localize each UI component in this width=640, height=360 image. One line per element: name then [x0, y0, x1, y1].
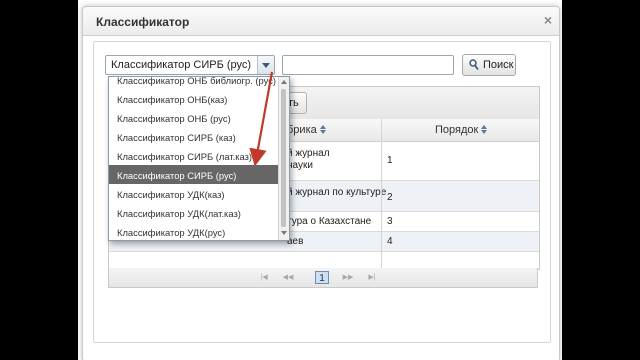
close-icon[interactable]: × — [544, 12, 552, 28]
dropdown-option[interactable]: Классификатор ОНБ библиогр. (рус) — [109, 76, 279, 89]
rubric-cell: тура о Казахстане — [287, 216, 372, 227]
dropdown-option-selected[interactable]: Классификатор СИРБ (рус) — [109, 165, 279, 184]
rubric-cell: й журнал по культуре — [287, 187, 387, 198]
column-divider — [381, 119, 382, 269]
column-header-order[interactable]: Порядок — [435, 124, 488, 136]
rubric-line: науки — [287, 160, 313, 171]
dropdown-option-label: Классификатор УДК(лат.каз) — [117, 208, 241, 219]
dropdown-option[interactable]: Классификатор УДК(лат.каз) — [109, 203, 279, 222]
last-page-icon[interactable]: ▶| — [365, 272, 379, 283]
pager: |◀ ◀◀ 1 ▶▶ ▶| — [108, 268, 538, 288]
dropdown-option[interactable]: Классификатор ОНБ (рус) — [109, 108, 279, 127]
classifier-select-value: Классификатор СИРБ (рус) — [111, 59, 252, 71]
dropdown-option[interactable]: Классификатор ОНБ(каз) — [109, 89, 279, 108]
order-cell: 1 — [387, 155, 393, 166]
order-cell: 2 — [387, 192, 393, 203]
dropdown-option[interactable]: Классификатор СИРБ (лат.каз) — [109, 146, 279, 165]
order-cell: 4 — [387, 236, 393, 247]
dropdown-scrollbar[interactable] — [278, 77, 289, 240]
dropdown-option-label: Классификатор СИРБ (каз) — [117, 132, 236, 143]
dropdown-option-label: Классификатор УДК(рус) — [117, 227, 226, 238]
search-button-label: Поиск — [483, 59, 514, 71]
classifier-select[interactable]: Классификатор СИРБ (рус) — [105, 55, 275, 75]
first-page-icon[interactable]: |◀ — [257, 272, 271, 283]
chevron-down-icon[interactable] — [257, 56, 274, 74]
next-page-icon[interactable]: ▶▶ — [341, 272, 355, 283]
dropdown-option-label: Классификатор СИРБ (лат.каз) — [117, 151, 253, 162]
dropdown-option[interactable]: Классификатор СИРБ (каз) — [109, 127, 279, 146]
column-header-label: Порядок — [435, 124, 479, 136]
dropdown-option-label: Классификатор ОНБ (рус) — [117, 113, 231, 124]
rubric-cell: й журнал науки — [287, 148, 330, 172]
magnifier-icon — [469, 59, 479, 71]
dropdown-option[interactable]: Классификатор УДК(каз) — [109, 184, 279, 203]
scroll-thumb[interactable] — [281, 89, 286, 227]
sort-icon[interactable] — [481, 125, 488, 134]
dialog-title: Классификатор — [96, 15, 190, 29]
rubric-line: й журнал — [287, 148, 330, 159]
sort-icon[interactable] — [319, 125, 327, 134]
classifier-dropdown-list: Классификатор ОНБ библиогр. (рус) Класси… — [108, 76, 290, 241]
dropdown-option-label: Классификатор УДК(каз) — [117, 189, 225, 200]
search-button[interactable]: Поиск — [462, 54, 516, 76]
column-header-rubric[interactable]: брика — [287, 124, 327, 136]
scroll-down-icon[interactable] — [281, 231, 287, 235]
dropdown-option-label: Классификатор СИРБ (рус) — [117, 170, 237, 181]
dialog-titlebar: Классификатор × — [83, 7, 559, 36]
scroll-up-icon[interactable] — [281, 80, 287, 84]
column-header-label: брика — [287, 124, 317, 136]
dropdown-option-label: Классификатор ОНБ(каз) — [117, 94, 228, 105]
dropdown-option-label: Классификатор ОНБ библиогр. (рус) — [117, 76, 277, 86]
order-cell: 3 — [387, 216, 393, 227]
current-page[interactable]: 1 — [315, 271, 329, 284]
prev-page-icon[interactable]: ◀◀ — [281, 272, 295, 283]
search-input[interactable] — [282, 55, 454, 75]
dropdown-option[interactable]: Классификатор УДК(рус) — [109, 222, 279, 240]
